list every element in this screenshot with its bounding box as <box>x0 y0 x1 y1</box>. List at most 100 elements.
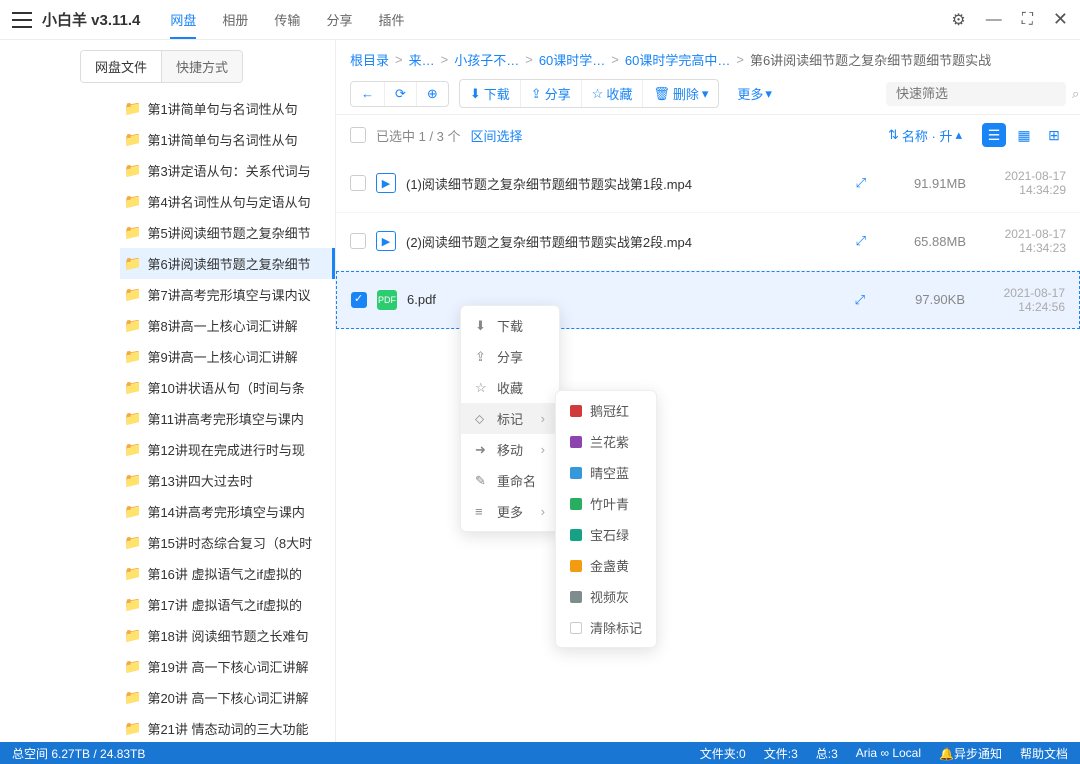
tree-label: 第6讲阅读细节题之复杂细节 <box>147 254 310 273</box>
list-header: 已选中 1 / 3 个 区间选择 ⇅ 名称 · 升 ▴ ☰ ▦ ⊞ <box>336 114 1080 155</box>
breadcrumb-item[interactable]: 60课时学完高中… <box>625 50 730 69</box>
tree-item[interactable]: 📁第19讲 高一下核心词汇讲解 <box>120 651 335 682</box>
tree-item[interactable]: 📁第17讲 虚拟语气之if虚拟的 <box>120 589 335 620</box>
file-row[interactable]: PDF6.pdf⤢97.90KB2021-08-1714:24:56 <box>336 271 1080 330</box>
tag-color-item[interactable]: 清除标记 <box>556 612 656 643</box>
tree-item[interactable]: 📁第10讲状语从句（时间与条 <box>120 372 335 403</box>
tag-color-item[interactable]: 鹅冠红 <box>556 395 656 426</box>
tree-label: 第1讲简单句与名词性从句 <box>147 130 297 149</box>
sub-tab-shortcuts[interactable]: 快捷方式 <box>161 51 242 82</box>
breadcrumb-item[interactable]: 60课时学… <box>539 50 605 69</box>
color-swatch <box>570 405 582 417</box>
context-menu-item-more[interactable]: ≡更多› <box>461 496 559 527</box>
main-tab-1[interactable]: 相册 <box>222 0 248 39</box>
sort-control[interactable]: ⇅ 名称 · 升 ▴ <box>888 126 962 145</box>
main-tab-0[interactable]: 网盘 <box>170 0 196 39</box>
view-large-icon[interactable]: ⊞ <box>1042 123 1066 147</box>
maximize-icon[interactable]: ⛶ <box>1022 11 1033 29</box>
select-all-checkbox[interactable] <box>350 127 366 143</box>
tree-item[interactable]: 📁第18讲 阅读细节题之长难句 <box>120 620 335 651</box>
tree-item[interactable]: 📁第3讲定语从句：关系代词与 <box>120 155 335 186</box>
file-checkbox[interactable] <box>350 233 366 249</box>
color-swatch <box>570 529 582 541</box>
context-menu-item-tag[interactable]: ⬦标记› <box>461 403 559 434</box>
tree-item[interactable]: 📁第6讲阅读细节题之复杂细节 <box>120 248 335 279</box>
file-row[interactable]: ▶(2)阅读细节题之复杂细节题细节题实战第2段.mp4⤢65.88MB2021-… <box>336 213 1080 271</box>
file-checkbox[interactable] <box>350 175 366 191</box>
folder-icon: 📁 <box>124 348 141 365</box>
file-action-icon[interactable]: ⤢ <box>855 292 865 308</box>
chevron-right-icon: › <box>541 411 545 426</box>
tree-item[interactable]: 📁第1讲简单句与名词性从句 <box>120 93 335 124</box>
breadcrumb-item[interactable]: 来… <box>409 50 435 69</box>
hamburger-icon[interactable] <box>12 12 32 28</box>
download-button[interactable]: ⬇下载 <box>460 80 521 107</box>
view-list-icon[interactable]: ☰ <box>982 123 1006 147</box>
tree-item[interactable]: 📁第20讲 高一下核心词汇讲解 <box>120 682 335 713</box>
tree-item[interactable]: 📁第16讲 虚拟语气之if虚拟的 <box>120 558 335 589</box>
folder-icon: 📁 <box>124 627 141 644</box>
tree-label: 第12讲现在完成进行时与现 <box>147 440 304 459</box>
context-menu-item-star[interactable]: ☆收藏 <box>461 372 559 403</box>
tag-color-item[interactable]: 竹叶青 <box>556 488 656 519</box>
tree-item[interactable]: 📁第1讲简单句与名词性从句 <box>120 124 335 155</box>
status-help[interactable]: 帮助文档 <box>1020 745 1068 762</box>
tag-color-item[interactable]: 视频灰 <box>556 581 656 612</box>
file-action-icon[interactable]: ⤢ <box>856 233 866 249</box>
tree-item[interactable]: 📁第7讲高考完形填空与课内议 <box>120 279 335 310</box>
tag-color-item[interactable]: 兰花紫 <box>556 426 656 457</box>
share-button[interactable]: ⇪分享 <box>521 80 582 107</box>
breadcrumb-item[interactable]: 小孩子不… <box>454 50 519 69</box>
folder-icon: 📁 <box>124 534 141 551</box>
tag-color-item[interactable]: 宝石绿 <box>556 519 656 550</box>
tree-item[interactable]: 📁第13讲四大过去时 <box>120 465 335 496</box>
back-button[interactable]: ← <box>351 82 385 106</box>
delete-button[interactable]: 🗑删除 ▾ <box>643 80 718 107</box>
tree-item[interactable]: 📁第5讲阅读细节题之复杂细节 <box>120 217 335 248</box>
breadcrumb-item[interactable]: 第6讲阅读细节题之复杂细节题细节题实战 <box>750 50 991 69</box>
tree-item[interactable]: 📁第9讲高一上核心词汇讲解 <box>120 341 335 372</box>
sub-tab-files[interactable]: 网盘文件 <box>81 51 161 82</box>
status-sync[interactable]: 🔔异步通知 <box>939 745 1002 762</box>
tree-item[interactable]: 📁第11讲高考完形填空与课内 <box>120 403 335 434</box>
context-menu-item-move[interactable]: ➜移动› <box>461 434 559 465</box>
more-button[interactable]: 更多 ▾ <box>729 80 780 107</box>
folder-icon: 📁 <box>124 596 141 613</box>
breadcrumb-separator: > <box>441 52 449 67</box>
main-tab-2[interactable]: 传输 <box>274 0 300 39</box>
status-files: 文件:3 <box>764 745 798 762</box>
refresh-button[interactable]: ⊕ <box>417 82 448 106</box>
settings-icon[interactable]: ⚙ <box>951 10 965 30</box>
main-tab-4[interactable]: 插件 <box>378 0 404 39</box>
context-menu-item-share[interactable]: ⇪分享 <box>461 341 559 372</box>
search-input[interactable] <box>896 86 1072 101</box>
tag-color-item[interactable]: 金盏黄 <box>556 550 656 581</box>
breadcrumb-item[interactable]: 根目录 <box>350 50 389 69</box>
tree-item[interactable]: 📁第8讲高一上核心词汇讲解 <box>120 310 335 341</box>
tree-item[interactable]: 📁第4讲名词性从句与定语从句 <box>120 186 335 217</box>
status-aria[interactable]: Aria ∞ Local <box>856 746 921 760</box>
close-icon[interactable]: ✕ <box>1053 9 1068 30</box>
tree-item[interactable]: 📁第21讲 情态动词的三大功能 <box>120 713 335 742</box>
file-row[interactable]: ▶(1)阅读细节题之复杂细节题细节题实战第1段.mp4⤢91.91MB2021-… <box>336 155 1080 213</box>
favorite-button[interactable]: ☆收藏 <box>582 80 644 107</box>
range-select[interactable]: 区间选择 <box>471 126 523 145</box>
tree-item[interactable]: 📁第12讲现在完成进行时与现 <box>120 434 335 465</box>
tree-label: 第8讲高一上核心词汇讲解 <box>147 316 297 335</box>
tree-item[interactable]: 📁第14讲高考完形填空与课内 <box>120 496 335 527</box>
forward-button[interactable]: ⟳ <box>385 82 417 106</box>
tag-color-item[interactable]: 晴空蓝 <box>556 457 656 488</box>
file-name: (2)阅读细节题之复杂细节题细节题实战第2段.mp4 <box>406 232 846 251</box>
view-grid-icon[interactable]: ▦ <box>1012 123 1036 147</box>
minimize-icon[interactable]: — <box>986 11 1002 29</box>
context-menu-item-download[interactable]: ⬇下载 <box>461 310 559 341</box>
search-icon[interactable]: ⌕ <box>1072 86 1079 102</box>
file-action-icon[interactable]: ⤢ <box>856 175 866 191</box>
tree-item[interactable]: 📁第15讲时态综合复习（8大时 <box>120 527 335 558</box>
folder-icon: 📁 <box>124 286 141 303</box>
context-menu-item-rename[interactable]: ✎重命名 <box>461 465 559 496</box>
file-checkbox[interactable] <box>351 292 367 308</box>
search-box[interactable]: ⌕ <box>886 82 1066 106</box>
rename-icon: ✎ <box>475 473 489 489</box>
main-tab-3[interactable]: 分享 <box>326 0 352 39</box>
